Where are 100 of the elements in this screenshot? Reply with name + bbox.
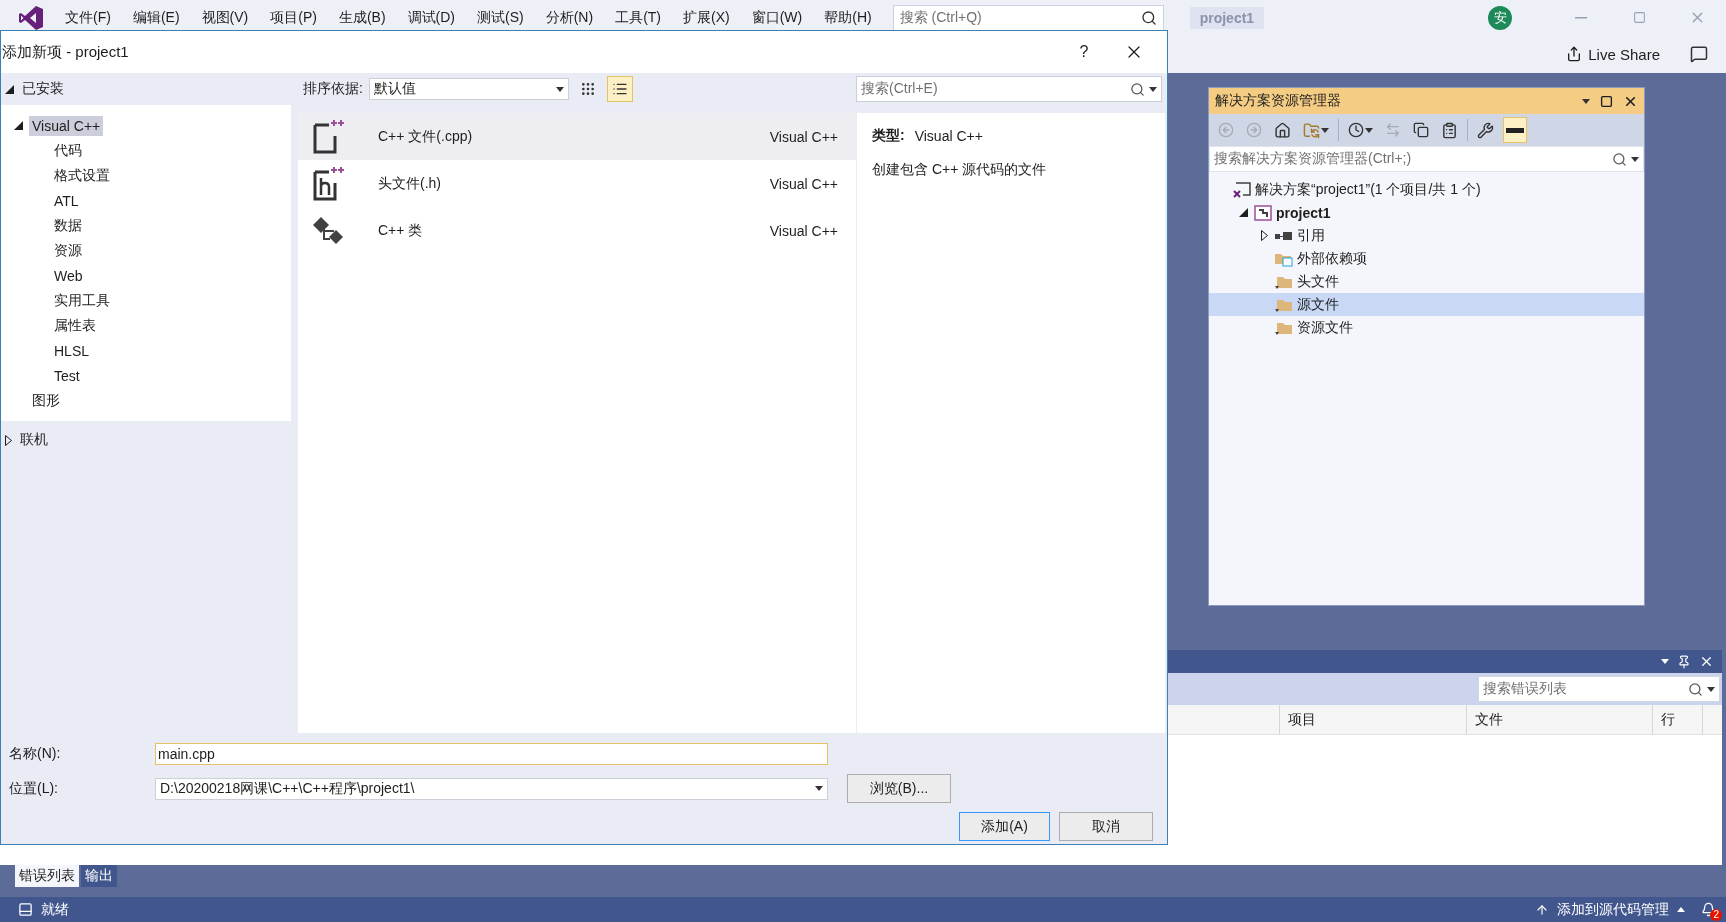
sort-dropdown[interactable]: 默认值 (368, 78, 569, 100)
menu-item[interactable]: 帮助(H) (813, 8, 883, 27)
notification-count: 2 (1710, 909, 1722, 921)
expanded-arrow-icon[interactable] (5, 84, 14, 94)
preview-button[interactable] (1503, 117, 1527, 143)
search-field[interactable]: 搜索 (Ctrl+Q) (892, 4, 1164, 31)
menu-item[interactable]: 窗口(W) (740, 8, 814, 27)
tree-item[interactable]: Web (51, 265, 86, 286)
menu-item[interactable]: 分析(N) (534, 8, 605, 27)
menu-item[interactable]: 测试(S) (466, 8, 535, 27)
dialog-title: 添加新项 - project1 (2, 42, 130, 62)
menu-item[interactable]: 视图(V) (190, 8, 260, 27)
share-icon (1566, 46, 1583, 62)
tree-item[interactable]: 数据 (51, 214, 85, 237)
add-button[interactable]: 添加(A) (959, 812, 1050, 841)
column-header[interactable]: 项目 (1279, 705, 1466, 734)
source-control-button[interactable]: 添加到源代码管理 (1557, 900, 1669, 919)
tree-item[interactable]: 代码 (51, 139, 85, 162)
menu-item[interactable]: 项目(P) (259, 8, 328, 27)
search-icon (1688, 681, 1703, 697)
tree-item[interactable]: 格式设置 (51, 164, 113, 187)
swap-arrows-icon (1385, 122, 1401, 138)
template-type: Visual C++ (769, 175, 838, 192)
clipboard-icon (1441, 121, 1458, 139)
bell-icon[interactable] (1701, 902, 1716, 917)
logo-icon[interactable] (18, 4, 44, 31)
tree-item[interactable]: project1 (1209, 201, 1644, 224)
menu-item[interactable]: 调试(D) (396, 8, 466, 27)
expanded-arrow-icon[interactable] (1238, 208, 1248, 217)
section-label[interactable]: 联机 (20, 431, 48, 449)
search-field[interactable]: 搜索错误列表 (1478, 676, 1720, 702)
project-icon (1254, 204, 1272, 221)
maximize-icon (1632, 11, 1646, 24)
search-icon (1140, 9, 1157, 26)
chat-icon[interactable] (1690, 45, 1708, 63)
dropdown-caret-icon (1149, 86, 1157, 92)
live-share-button[interactable]: Live Share (1562, 43, 1664, 65)
dropdown-caret-icon (555, 86, 564, 92)
tree-item[interactable]: 图形 (29, 389, 63, 412)
menu-item[interactable]: 工具(T) (604, 8, 672, 27)
tree-item[interactable]: ATL (51, 190, 82, 211)
column-header[interactable]: 行 (1652, 705, 1702, 734)
search-field[interactable]: 搜索解决方案资源管理器(Ctrl+;) (1209, 146, 1644, 172)
search-field[interactable]: 搜索(Ctrl+E) (856, 76, 1162, 102)
help-button[interactable]: ? (1059, 32, 1109, 72)
caret-icon (1677, 907, 1685, 912)
template-type: Visual C++ (769, 128, 838, 145)
dropdown-caret-icon (1661, 659, 1669, 664)
type-value: Visual C++ (914, 128, 983, 144)
search-icon (1612, 151, 1627, 167)
avatar[interactable]: 安 (1488, 5, 1512, 30)
location-dropdown[interactable]: D:\20200218网课\C++\C++程序\project1\ (155, 777, 828, 800)
tree-item[interactable]: HLSL (51, 340, 93, 361)
sort-label: 排序依据: (303, 80, 363, 98)
tree-item[interactable]: 解决方案“project1”(1 个项目/共 1 个) (1209, 178, 1644, 201)
reference-icon (1275, 230, 1293, 241)
dropdown-caret-icon (1321, 127, 1329, 133)
menu-item[interactable]: 生成(B) (327, 8, 397, 27)
template-item[interactable]: C++ 类 Visual C++ (298, 207, 856, 254)
tree-item[interactable]: Visual C++ (29, 115, 104, 136)
tree-item[interactable]: 实用工具 (51, 289, 113, 312)
panel-tab[interactable]: 错误列表 (15, 865, 79, 887)
name-field[interactable]: main.cpp (155, 743, 828, 765)
list-view-button[interactable] (606, 76, 633, 102)
tree-item[interactable]: Test (51, 365, 83, 386)
solution-icon (1233, 181, 1251, 198)
template-item[interactable]: 头文件(.h) Visual C++ (298, 160, 856, 207)
tree-item[interactable]: 属性表 (51, 314, 99, 337)
tree-item[interactable]: 资源 (51, 239, 85, 262)
close-icon[interactable] (1699, 654, 1714, 669)
arrow-up-icon[interactable] (1535, 902, 1549, 917)
template-item[interactable]: C++ 文件(.cpp) Visual C++ (298, 113, 856, 160)
tree-item[interactable]: 资源文件 (1209, 316, 1644, 339)
pin-icon[interactable] (1677, 654, 1691, 669)
status-text: 就绪 (41, 900, 69, 919)
tree-item[interactable]: 外部依赖项 (1209, 247, 1644, 270)
expanded-arrow-icon[interactable] (13, 121, 23, 130)
menu-item[interactable]: 扩展(X) (672, 8, 741, 27)
maximize-icon[interactable] (1600, 94, 1613, 108)
tree-item[interactable]: 源文件 (1209, 293, 1644, 316)
collapsed-arrow-icon[interactable] (5, 434, 12, 446)
menu-item[interactable]: 文件(F) (54, 8, 122, 27)
cancel-button[interactable]: 取消 (1059, 812, 1153, 841)
column-header[interactable]: 文件 (1466, 705, 1652, 734)
tree-item[interactable]: 引用 (1209, 224, 1644, 247)
bar-icon (1506, 127, 1524, 133)
collapsed-arrow-icon[interactable] (1260, 230, 1268, 241)
template-type: Visual C++ (769, 222, 838, 239)
tree-item[interactable]: 头文件 (1209, 270, 1644, 293)
wrench-icon (1477, 121, 1494, 139)
minimize-icon (1575, 16, 1587, 19)
dropdown-caret-icon (1707, 686, 1715, 692)
panel-tab[interactable]: 输出 (81, 865, 117, 887)
grid-icon (579, 81, 596, 97)
section-label[interactable]: 已安装 (22, 80, 64, 98)
type-label: 类型: (872, 127, 905, 145)
menu-item[interactable]: 编辑(E) (121, 8, 191, 27)
template-name: C++ 文件(.cpp) (378, 127, 474, 146)
dropdown-caret-icon (815, 786, 823, 791)
browse-button[interactable]: 浏览(B)... (847, 774, 951, 803)
